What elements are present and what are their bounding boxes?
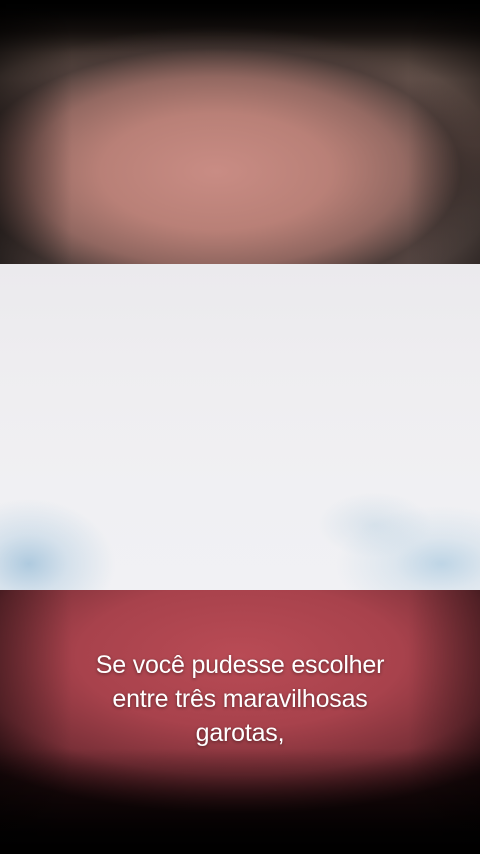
video-frame[interactable] [0,264,480,590]
subtitle-caption: Se você pudesse escolher entre três mara… [0,648,480,750]
subtitle-line-2: entre três maravilhosas [112,685,368,713]
video-player-screen[interactable]: Se você pudesse escolher entre três mara… [0,0,480,854]
subtitle-line-1: Se você pudesse escolher [95,651,385,679]
blurred-background-top [0,0,480,264]
subtitle-line-3: garotas, [195,719,285,747]
